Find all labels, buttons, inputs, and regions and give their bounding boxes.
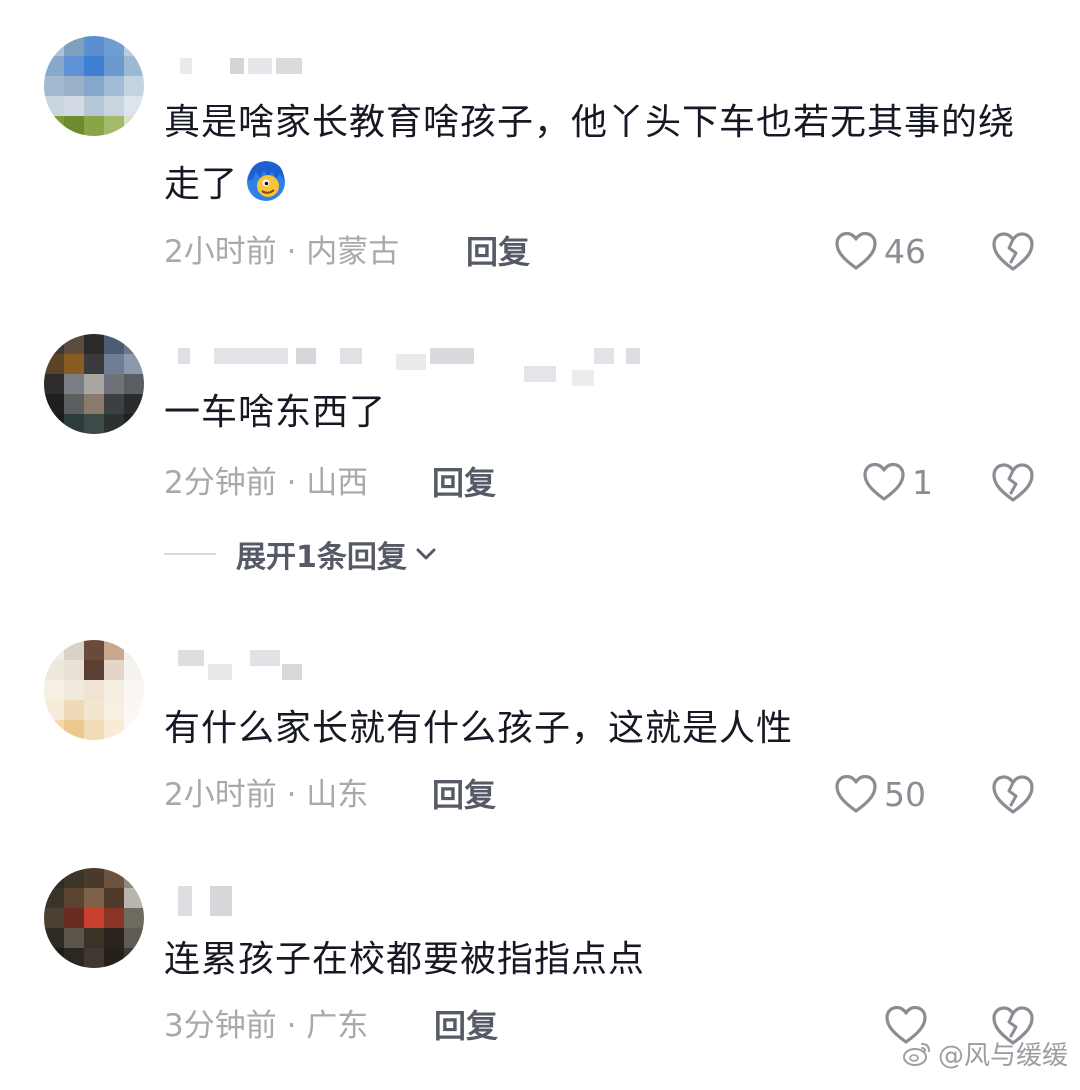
comment-time: 3分钟前 xyxy=(164,1008,277,1044)
heart-icon xyxy=(835,774,877,813)
divider-line xyxy=(164,553,216,555)
reply-button[interactable]: 回复 xyxy=(432,775,496,815)
username-blurred[interactable] xyxy=(164,650,324,680)
reply-button[interactable]: 回复 xyxy=(466,232,530,272)
comment-time: 2小时前 xyxy=(164,234,277,270)
like-count: 50 xyxy=(884,774,926,814)
comment-text: 一车啥东西了 xyxy=(164,392,387,433)
blue-hair-face-emoji-icon xyxy=(247,161,286,201)
expand-replies-label: 展开1条回复 xyxy=(236,540,407,575)
weibo-watermark: @风与缓缓 xyxy=(902,1035,1068,1072)
comment-text: 真是啥家长教育啥孩子，他丫头下车也若无其事的绕走了 xyxy=(164,102,1016,205)
username-blurred[interactable] xyxy=(164,348,664,386)
comment-time: 2小时前 xyxy=(164,777,277,813)
avatar[interactable] xyxy=(44,334,144,434)
comment-location: 山西 xyxy=(306,465,369,501)
avatar[interactable] xyxy=(44,640,144,740)
comment-time: 2分钟前 xyxy=(164,465,277,501)
chevron-down-icon xyxy=(416,548,436,560)
username-blurred[interactable] xyxy=(164,886,244,916)
comment-location: 山东 xyxy=(306,777,369,813)
broken-heart-icon[interactable] xyxy=(990,229,1036,273)
like-button[interactable]: 1 xyxy=(862,460,933,504)
avatar[interactable] xyxy=(44,36,144,136)
comment-location: 内蒙古 xyxy=(306,234,400,270)
separator: · xyxy=(276,465,307,501)
like-count: 1 xyxy=(912,462,933,502)
watermark-text: @风与缓缓 xyxy=(937,1041,1068,1071)
broken-heart-icon[interactable] xyxy=(990,460,1036,504)
separator: · xyxy=(276,1008,307,1044)
like-button[interactable]: 46 xyxy=(834,229,926,273)
heart-icon xyxy=(863,462,905,501)
comment-text: 连累孩子在校都要被指指点点 xyxy=(164,939,646,980)
avatar[interactable] xyxy=(44,868,144,968)
reply-button[interactable]: 回复 xyxy=(434,1006,498,1046)
comment-meta: 2小时前 · 山东 回复 xyxy=(164,775,1064,815)
reply-button[interactable]: 回复 xyxy=(432,463,496,503)
weibo-logo-icon xyxy=(902,1042,930,1066)
expand-replies-button[interactable]: 展开1条回复 xyxy=(164,534,437,575)
comment-text: 有什么家长就有什么孩子，这就是人性 xyxy=(164,708,794,749)
heart-icon xyxy=(835,231,877,270)
comment-meta: 2小时前 · 内蒙古 回复 xyxy=(164,232,1064,272)
separator: · xyxy=(276,777,307,813)
like-button[interactable]: 50 xyxy=(834,772,926,816)
comment-location: 广东 xyxy=(306,1008,369,1044)
separator: · xyxy=(276,234,307,270)
broken-heart-icon[interactable] xyxy=(990,772,1036,816)
username-blurred[interactable] xyxy=(164,58,364,88)
like-count: 46 xyxy=(884,231,926,271)
